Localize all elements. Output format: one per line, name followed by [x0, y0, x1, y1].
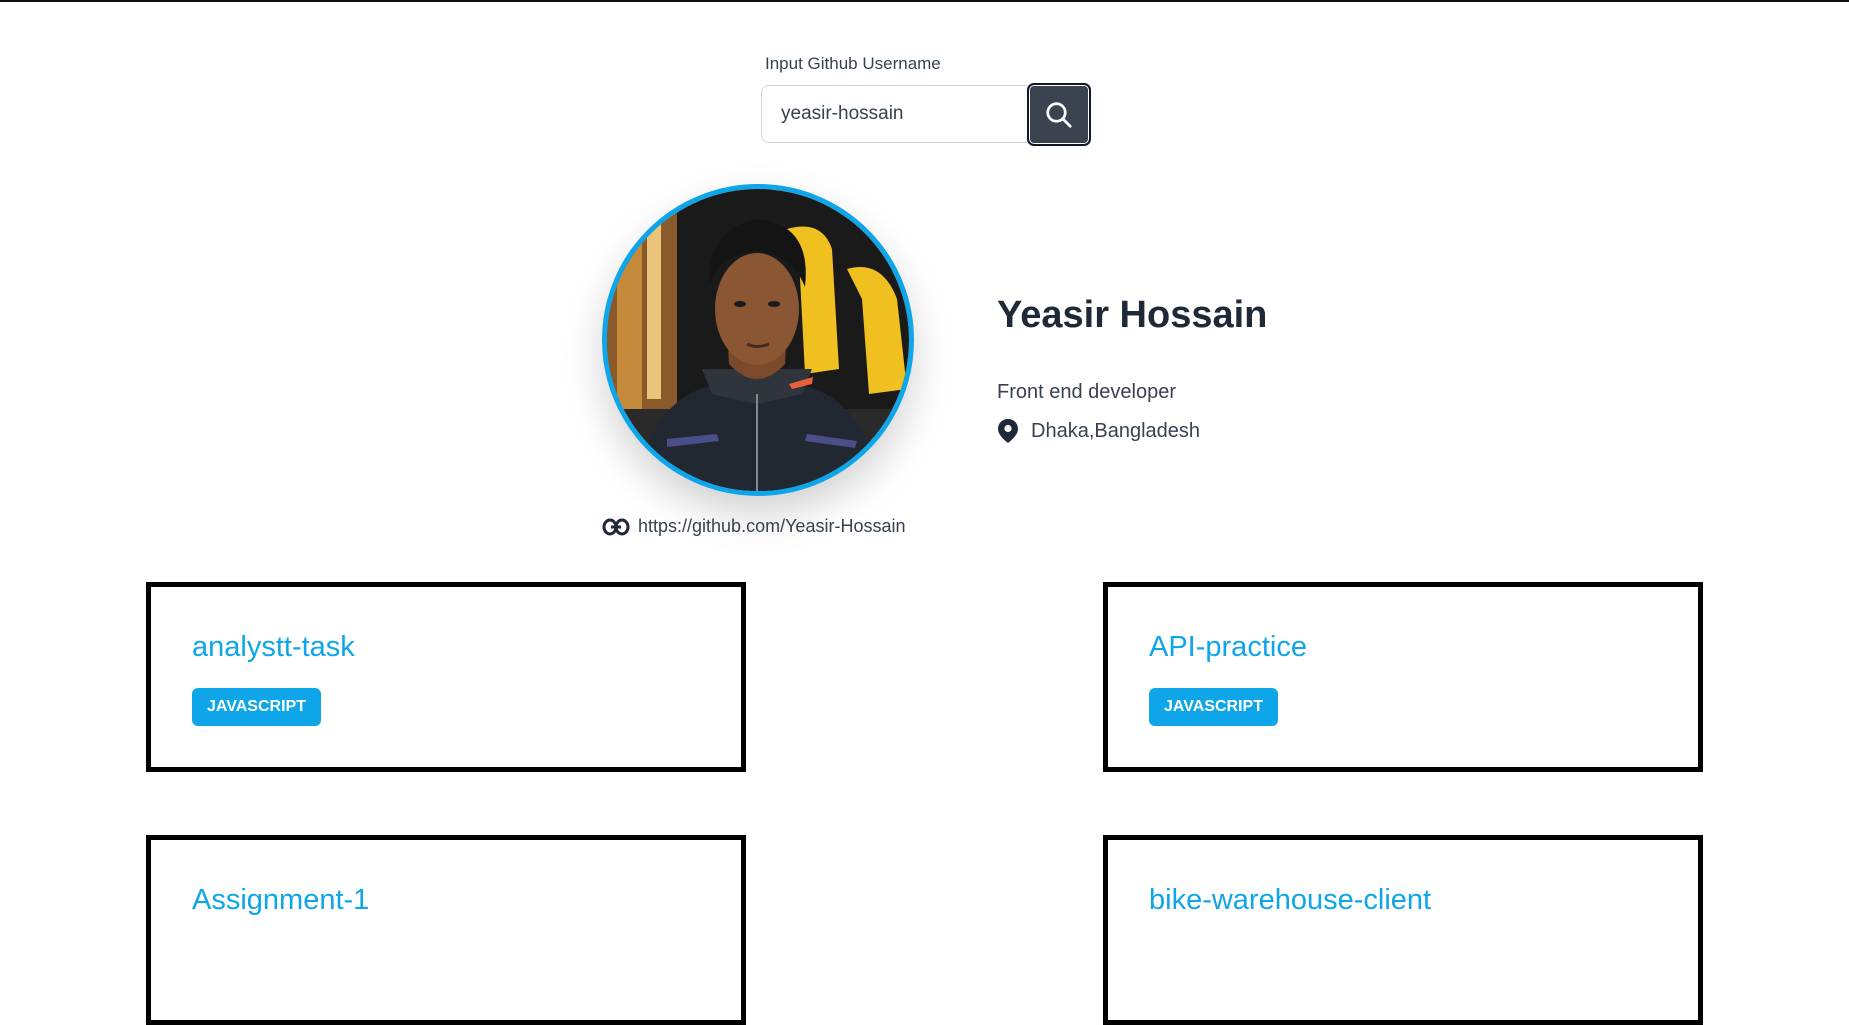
- username-input[interactable]: [762, 86, 1021, 142]
- search-icon: [1046, 101, 1072, 128]
- avatar: [602, 184, 914, 496]
- language-badge: JAVASCRIPT: [192, 688, 321, 726]
- profile-link[interactable]: https://github.com/Yeasir-Hossain: [602, 516, 905, 537]
- profile-name: Yeasir Hossain: [997, 294, 1268, 336]
- repo-name[interactable]: bike-warehouse-client: [1149, 884, 1431, 917]
- search-label: Input Github Username: [765, 54, 941, 73]
- link-icon: [602, 518, 630, 535]
- repo-card[interactable]: API-practice JAVASCRIPT: [1103, 582, 1703, 772]
- top-border: [0, 0, 1849, 2]
- profile-location: Dhaka,Bangladesh: [997, 418, 1200, 444]
- profile-url[interactable]: https://github.com/Yeasir-Hossain: [638, 516, 905, 537]
- map-pin-icon: [998, 419, 1018, 443]
- repo-card[interactable]: Assignment-1: [146, 835, 746, 1025]
- repo-name[interactable]: Assignment-1: [192, 884, 369, 917]
- username-field-wrapper: [761, 85, 1027, 143]
- repo-name[interactable]: analystt-task: [192, 631, 355, 664]
- avatar-photo: [607, 189, 909, 491]
- language-badge: JAVASCRIPT: [1149, 688, 1278, 726]
- repo-card[interactable]: bike-warehouse-client: [1103, 835, 1703, 1025]
- search-button[interactable]: [1027, 83, 1091, 146]
- location-text: Dhaka,Bangladesh: [1031, 419, 1201, 442]
- repo-card[interactable]: analystt-task JAVASCRIPT: [146, 582, 746, 772]
- repo-name[interactable]: API-practice: [1149, 631, 1307, 664]
- profile-bio: Front end developer: [997, 381, 1177, 403]
